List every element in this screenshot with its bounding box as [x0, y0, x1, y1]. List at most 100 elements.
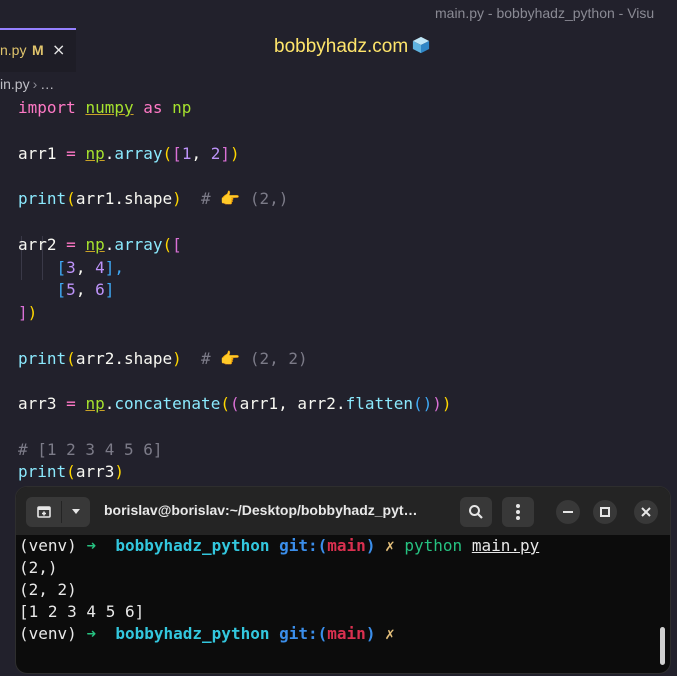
prompt-arrow: ➜: [86, 536, 97, 555]
code-line-4: arr2 = np.array([: [18, 234, 182, 256]
chevron-down-icon[interactable]: [71, 508, 81, 516]
comment: # 👉 (2,): [181, 189, 289, 208]
search-icon: [469, 505, 483, 519]
function: array: [114, 235, 163, 254]
tab-main-py[interactable]: n.py M ×: [0, 28, 76, 72]
git-label: ): [365, 624, 376, 643]
modified-badge: M: [32, 42, 44, 58]
breadcrumb[interactable]: in.py ›…: [0, 76, 54, 92]
git-label: ): [365, 536, 376, 555]
prompt-arrow: ➜: [86, 624, 97, 643]
close-icon[interactable]: ×: [52, 40, 65, 59]
command-argument: main.py: [471, 536, 540, 555]
comment: # [1 2 3 4 5 6]: [18, 440, 163, 459]
paren: ): [114, 462, 124, 481]
dirty-marker: ✗: [385, 536, 395, 555]
module-ref: np: [85, 235, 105, 254]
code-line-2: arr1 = np.array([1, 2]): [18, 143, 240, 165]
variable: arr2: [18, 235, 57, 254]
bracket: [: [56, 280, 67, 299]
paren: (: [229, 394, 240, 413]
function: concatenate: [114, 394, 221, 413]
argument: arr1.shape: [75, 189, 173, 208]
bracket: ]: [18, 303, 28, 322]
paren: ): [432, 394, 442, 413]
close-icon: [641, 507, 651, 517]
minimize-icon: [563, 511, 573, 513]
git-label: git:(: [279, 536, 328, 555]
function: print: [18, 462, 67, 481]
bracket: ],: [104, 258, 124, 277]
chevron-right-icon: ›: [32, 76, 38, 92]
venv-label: (venv): [19, 536, 77, 555]
terminal-output-line: (2, 2): [19, 580, 77, 599]
alias: np: [172, 98, 192, 117]
code-line-1: import numpy as np: [18, 97, 191, 119]
bracket: [: [172, 144, 182, 163]
terminal-output-line: [1 2 3 4 5 6]: [19, 602, 145, 621]
function: array: [114, 144, 163, 163]
kebab-menu-icon: [516, 504, 520, 520]
terminal-line-prompt: (venv) ➜ bobbyhadz_python git:(main) ✗ p…: [19, 535, 539, 557]
close-window-button[interactable]: [634, 500, 658, 524]
new-tab-button[interactable]: [26, 497, 90, 527]
operator: =: [66, 144, 76, 163]
number: 2: [210, 144, 221, 163]
paren: ): [441, 394, 452, 413]
maximize-icon: [600, 507, 610, 517]
code-line-3: print(arr1.shape) # 👉 (2,): [18, 188, 288, 210]
function: flatten: [345, 394, 414, 413]
command: python: [404, 536, 463, 555]
comma: ,: [75, 280, 96, 299]
directory-name: bobbyhadz_python: [115, 624, 270, 643]
variable: arr3: [18, 394, 57, 413]
operator: =: [66, 235, 76, 254]
terminal-header: borislav@borislav:~/Desktop/bobbyhadz_py…: [16, 487, 670, 535]
breadcrumb-rest[interactable]: …: [40, 76, 54, 92]
keyword: as: [143, 98, 163, 117]
number: 6: [95, 280, 105, 299]
code-line-7: ]): [18, 302, 37, 324]
terminal-output-line: (2,): [19, 558, 58, 577]
menu-button[interactable]: [502, 497, 534, 527]
new-tab-icon: [37, 506, 51, 518]
branch-name: main: [327, 624, 366, 643]
code-line-6: [5, 6]: [18, 279, 115, 301]
module-name: numpy: [85, 98, 134, 117]
comment: # 👉 (2, 2): [181, 349, 308, 368]
paren: (): [413, 394, 433, 413]
cube-icon: [413, 36, 430, 54]
paren: ): [230, 144, 240, 163]
scrollbar[interactable]: [660, 627, 665, 665]
paren: (: [66, 462, 76, 481]
breadcrumb-file[interactable]: in.py: [0, 76, 30, 92]
argument: arr2.shape: [75, 349, 173, 368]
terminal-line-prompt: (venv) ➜ bobbyhadz_python git:(main) ✗: [19, 623, 395, 645]
dot: .: [104, 394, 115, 413]
window-title: main.py - bobbyhadz_python - Visu: [435, 5, 655, 21]
paren: (: [162, 144, 173, 163]
directory-name: bobbyhadz_python: [115, 536, 270, 555]
site-watermark: bobbyhadz.com: [274, 36, 430, 58]
divider: [61, 501, 62, 523]
paren: ): [172, 189, 182, 208]
variable: arr1: [18, 144, 57, 163]
maximize-button[interactable]: [593, 500, 617, 524]
bracket: [: [56, 258, 67, 277]
minimize-button[interactable]: [556, 500, 580, 524]
code-line-10: # [1 2 3 4 5 6]: [18, 439, 163, 461]
bracket: ]: [220, 144, 230, 163]
comma: ,: [191, 144, 211, 163]
search-button[interactable]: [460, 497, 492, 527]
paren: (: [220, 394, 230, 413]
branch-name: main: [327, 536, 366, 555]
number: 5: [66, 280, 76, 299]
terminal-window[interactable]: borislav@borislav:~/Desktop/bobbyhadz_py…: [15, 486, 671, 674]
site-name: bobbyhadz.com: [274, 36, 409, 57]
bracket: [: [172, 235, 182, 254]
paren: (: [162, 235, 173, 254]
number: 4: [95, 258, 105, 277]
git-label: git:(: [279, 624, 328, 643]
number: 3: [66, 258, 76, 277]
tab-label: n.py: [0, 42, 27, 58]
